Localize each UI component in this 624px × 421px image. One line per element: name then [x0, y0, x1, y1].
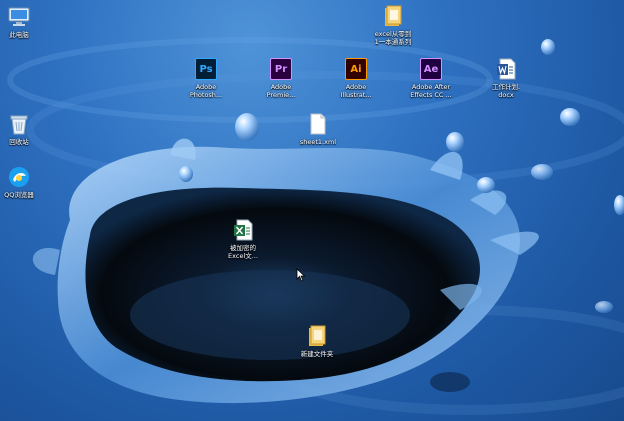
recycle-bin-shortcut[interactable]: 回收站 — [0, 112, 48, 146]
folder-icon — [381, 4, 405, 28]
after-effects-label: Adobe After Effects CC ... — [410, 83, 452, 99]
illustrator-letters: Ai — [345, 58, 367, 80]
word-document-icon — [494, 57, 518, 81]
after-effects-letters: Ae — [420, 58, 442, 80]
photoshop-label: Adobe Photosh... — [189, 83, 223, 99]
encrypted-excel-file[interactable]: 被加密的 Excel文... — [214, 218, 272, 260]
sheet-xml-file[interactable]: sheet1.xml — [289, 112, 347, 146]
blank-file-icon — [306, 112, 330, 136]
premiere-icon: Pr — [269, 57, 293, 81]
after-effects-shortcut[interactable]: Ae Adobe After Effects CC ... — [402, 57, 460, 99]
photoshop-icon: Ps — [194, 57, 218, 81]
qq-browser-label: QQ浏览器 — [4, 191, 34, 199]
illustrator-shortcut[interactable]: Ai Adobe Illustrat... — [327, 57, 385, 99]
premiere-label: Adobe Premie... — [266, 83, 296, 99]
new-folder[interactable]: 新建文件夹 — [288, 324, 346, 358]
recycle-bin-label: 回收站 — [9, 138, 29, 146]
encrypted-excel-label: 被加密的 Excel文... — [228, 244, 258, 260]
monitor-icon — [7, 5, 31, 29]
work-plan-label: 工作计划. docx — [491, 83, 521, 99]
qq-browser-icon — [7, 165, 31, 189]
excel-file-icon — [231, 218, 255, 242]
photoshop-letters: Ps — [195, 58, 217, 80]
excel-folder-label: excel从零到 1一本通系列 — [374, 30, 412, 46]
excel-series-folder[interactable]: excel从零到 1一本通系列 — [364, 4, 422, 46]
new-folder-label: 新建文件夹 — [300, 350, 334, 358]
desktop[interactable]: 此电脑 回收站 QQ浏览器 excel从零到 1一本通系列 Ps Adobe P… — [0, 0, 624, 421]
this-pc-label: 此电脑 — [9, 31, 29, 39]
premiere-shortcut[interactable]: Pr Adobe Premie... — [252, 57, 310, 99]
recycle-bin-icon — [7, 112, 31, 136]
folder-icon — [305, 324, 329, 348]
sheet-xml-label: sheet1.xml — [299, 138, 337, 146]
work-plan-document[interactable]: 工作计划. docx — [477, 57, 535, 99]
illustrator-icon: Ai — [344, 57, 368, 81]
this-pc-icon-shortcut[interactable]: 此电脑 — [0, 5, 48, 39]
after-effects-icon: Ae — [419, 57, 443, 81]
photoshop-shortcut[interactable]: Ps Adobe Photosh... — [177, 57, 235, 99]
illustrator-label: Adobe Illustrat... — [340, 83, 372, 99]
premiere-letters: Pr — [270, 58, 292, 80]
mouse-pointer-icon — [296, 268, 305, 282]
qq-browser-shortcut[interactable]: QQ浏览器 — [0, 165, 48, 199]
